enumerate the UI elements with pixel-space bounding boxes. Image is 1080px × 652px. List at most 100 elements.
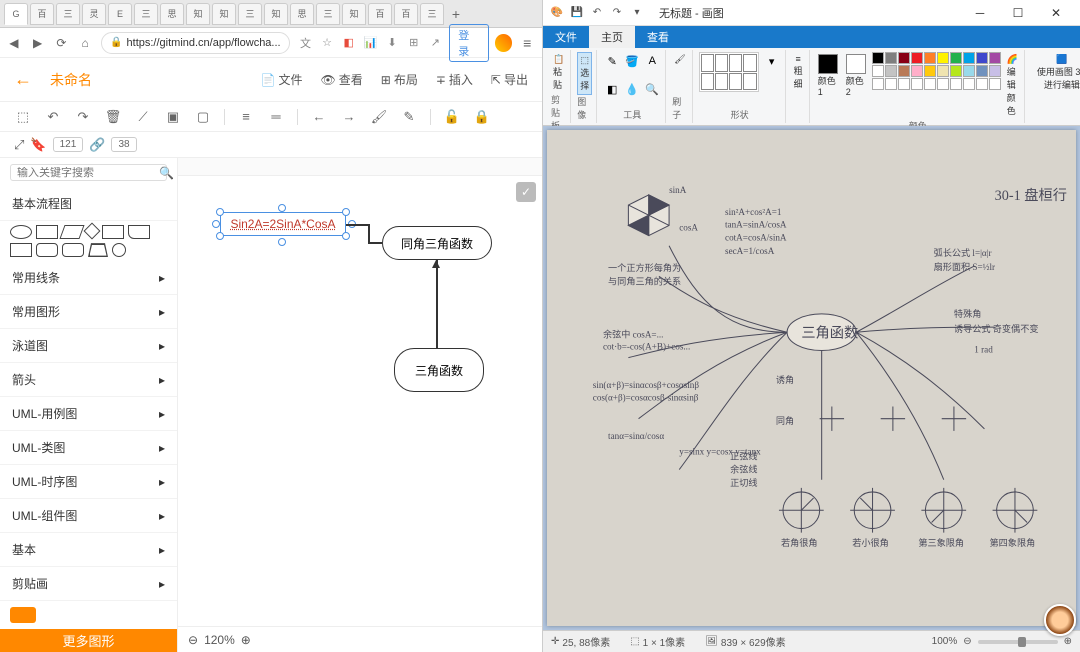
shape-circle[interactable] [112, 243, 126, 257]
browser-tab[interactable]: 灵 [82, 3, 106, 25]
line-style-icon[interactable]: ≡ [237, 108, 255, 126]
shape-rect[interactable] [10, 243, 32, 257]
resize-handle[interactable] [278, 204, 286, 212]
expand-icon[interactable]: ⤢ [14, 137, 24, 153]
resize-handle[interactable] [342, 208, 350, 216]
pencil-icon[interactable]: ✎ [603, 52, 621, 70]
minimize-button[interactable]: ─ [962, 2, 998, 24]
palette-swatch[interactable] [872, 78, 884, 90]
ext-icon[interactable]: 📊 [363, 35, 379, 51]
palette-swatch[interactable] [898, 78, 910, 90]
resize-handle[interactable] [278, 238, 286, 246]
palette-swatch[interactable] [937, 52, 949, 64]
browser-tab[interactable]: 知 [186, 3, 210, 25]
undo-icon[interactable]: ↶ [44, 108, 62, 126]
more-shapes-button[interactable]: 更多图形 [0, 629, 177, 652]
zoom-slider[interactable] [978, 640, 1058, 644]
undo-icon[interactable]: ↶ [589, 5, 605, 21]
category-item[interactable]: UML-组件图▸ [0, 499, 177, 533]
menu-icon[interactable]: ≡ [518, 34, 536, 52]
node-formula[interactable]: Sin2A=2SinA*CosA [220, 212, 346, 236]
color1-button[interactable]: 颜色1 [816, 52, 840, 99]
resize-handle[interactable] [212, 220, 220, 228]
shape-diamond[interactable] [84, 223, 101, 240]
palette-swatch[interactable] [976, 78, 988, 90]
doc-title[interactable]: 未命名 [50, 70, 92, 90]
category-item[interactable]: UML-类图▸ [0, 431, 177, 465]
layout-menu[interactable]: ⊞布局 [381, 71, 418, 88]
color2-button[interactable]: 颜色2 [844, 52, 868, 99]
send-back-icon[interactable]: ▢ [194, 108, 212, 126]
arrow-right-icon[interactable]: → [340, 108, 358, 126]
browser-tab[interactable]: 百 [30, 3, 54, 25]
canvas[interactable]: ✓ Sin2A=2SinA*CosA 同角三角函数 [178, 176, 542, 626]
search-input[interactable]: 🔍 [10, 164, 167, 181]
zoom-in-icon[interactable]: ⊕ [241, 633, 251, 647]
gitmind-logo[interactable] [10, 607, 36, 623]
paint3d-button[interactable]: 🟦使用画图 3D 进行编辑 [1031, 52, 1080, 93]
shape-roundrect[interactable] [62, 243, 84, 257]
palette-swatch[interactable] [911, 52, 923, 64]
shapes-more[interactable]: ▾ [763, 52, 781, 70]
edit-icon[interactable]: ✎ [400, 108, 418, 126]
browser-tab[interactable]: 三 [134, 3, 158, 25]
palette-swatch[interactable] [924, 78, 936, 90]
resize-handle[interactable] [216, 232, 224, 240]
browser-tab[interactable]: 三 [420, 3, 444, 25]
back-icon[interactable]: ◀ [6, 35, 22, 51]
fill-icon[interactable]: 🪣 [623, 52, 641, 70]
arrow-left-icon[interactable]: ← [310, 108, 328, 126]
lock-icon[interactable]: 🔒 [473, 108, 491, 126]
category-item[interactable]: 泳道图▸ [0, 329, 177, 363]
format-icon[interactable]: ⟋ [134, 108, 152, 126]
eraser-icon[interactable]: ◧ [603, 80, 621, 98]
node-box2[interactable]: 三角函数 [394, 348, 484, 392]
search-icon[interactable]: 🔍 [159, 166, 174, 180]
shape-trapezoid[interactable] [88, 243, 108, 257]
select-button[interactable]: ⬚选择 [577, 52, 592, 95]
redo-icon[interactable]: ↷ [74, 108, 92, 126]
browser-tab[interactable]: 知 [264, 3, 288, 25]
browser-tab[interactable]: E [108, 3, 132, 25]
palette-swatch[interactable] [911, 65, 923, 77]
browser-tab[interactable]: 三 [56, 3, 80, 25]
paint-tab-view[interactable]: 查看 [635, 26, 681, 48]
palette-swatch[interactable] [924, 52, 936, 64]
category-item[interactable]: 箭头▸ [0, 363, 177, 397]
paint-tab-home[interactable]: 主页 [589, 26, 635, 48]
size-button[interactable]: ≡粗细 [792, 52, 805, 92]
category-item[interactable]: 剪贴画▸ [0, 567, 177, 601]
lock-open-icon[interactable]: 🔓 [443, 108, 461, 126]
shape-parallelogram[interactable] [59, 225, 84, 239]
palette-swatch[interactable] [963, 78, 975, 90]
shape-ellipse[interactable] [10, 225, 32, 239]
category-item[interactable]: UML-用例图▸ [0, 397, 177, 431]
paint-canvas-area[interactable]: 三角函数 30-1 盘桓行 若角很角 若小很角 第三象限角 第四象限角 sinA… [543, 126, 1080, 630]
palette-swatch[interactable] [963, 52, 975, 64]
magnify-icon[interactable]: 🔍 [643, 80, 661, 98]
close-button[interactable]: ✕ [1038, 2, 1074, 24]
download-icon[interactable]: ⬇ [384, 35, 400, 51]
save-icon[interactable]: 💾 [569, 5, 585, 21]
view-menu[interactable]: 👁查看 [321, 71, 363, 88]
browser-tab[interactable]: 百 [394, 3, 418, 25]
palette-swatch[interactable] [976, 65, 988, 77]
palette-swatch[interactable] [989, 65, 1001, 77]
palette-swatch[interactable] [872, 52, 884, 64]
palette-swatch[interactable] [950, 52, 962, 64]
browser-tab[interactable]: 知 [342, 3, 366, 25]
category-item[interactable]: 常用线条▸ [0, 261, 177, 295]
file-menu[interactable]: 📄文件 [261, 71, 303, 88]
browser-tab[interactable]: 知 [212, 3, 236, 25]
zoom-out-icon[interactable]: ⊖ [188, 633, 198, 647]
validate-icon[interactable]: ✓ [516, 182, 536, 202]
qa-dropdown-icon[interactable]: ▾ [629, 5, 645, 21]
login-button[interactable]: 登录 [449, 24, 489, 62]
palette-swatch[interactable] [885, 78, 897, 90]
resize-handle[interactable] [216, 208, 224, 216]
paint-roller-icon[interactable]: 🖌 [370, 108, 388, 126]
palette-swatch[interactable] [898, 65, 910, 77]
layer-up-icon[interactable]: ⬚ [14, 108, 32, 126]
share-icon[interactable]: ↗ [428, 35, 444, 51]
palette-swatch[interactable] [963, 65, 975, 77]
